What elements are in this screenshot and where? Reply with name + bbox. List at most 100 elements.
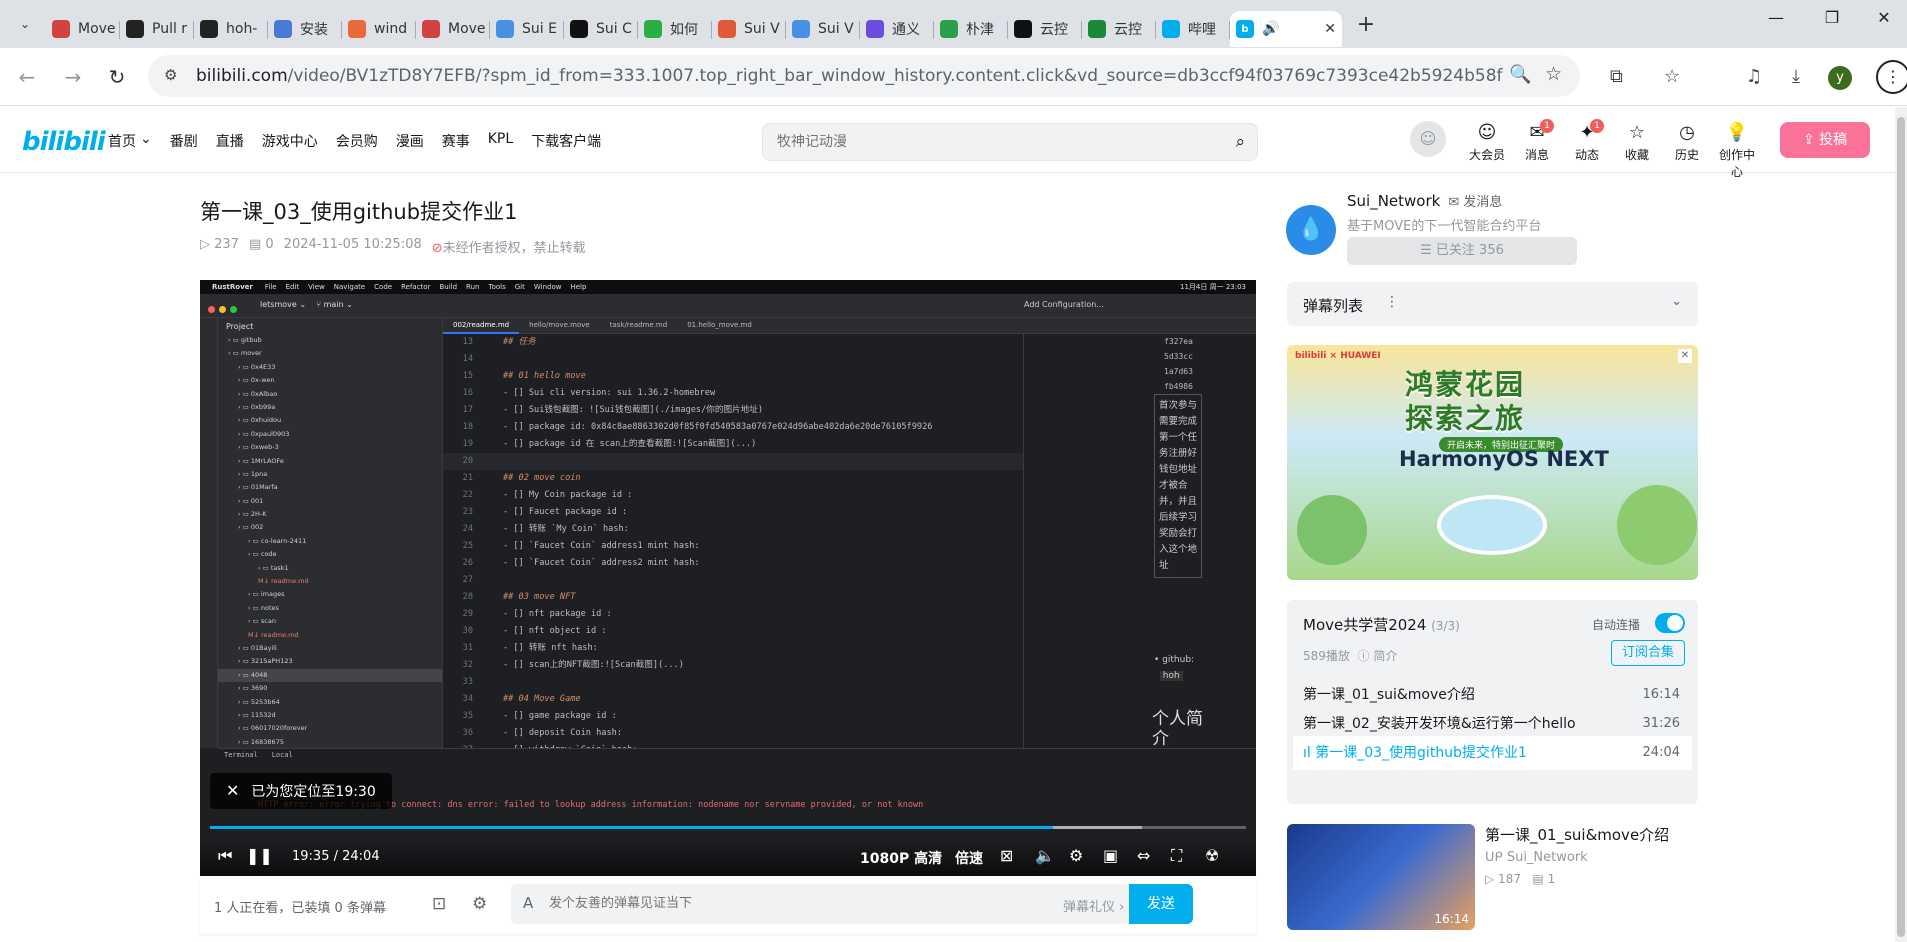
tab-3[interactable]: 安装 (268, 11, 342, 47)
omnibox[interactable]: ⚙ bilibili.com/video/BV1zTD8Y7EFB/?spm_i… (148, 55, 1580, 97)
uploader-avatar[interactable]: 💧 (1286, 205, 1336, 255)
tab-10[interactable]: Sui V (786, 11, 860, 47)
user-avatar[interactable]: ☺ (1410, 121, 1446, 157)
zoom-icon[interactable]: 🔍 (1509, 64, 1531, 85)
recommend-title[interactable]: 第一课_01_sui&move介绍 (1485, 824, 1669, 845)
ad-close-icon[interactable]: ✕ (1678, 349, 1692, 363)
nav-item-7[interactable]: KPL (488, 131, 513, 151)
subscribe-button[interactable]: 订阅合集 (1611, 640, 1685, 666)
series-title[interactable]: Move共学营2024 (3/3) (1303, 614, 1460, 635)
header-favorite-link[interactable]: ☆ 收藏 (1614, 123, 1660, 163)
ad-banner[interactable]: bilibili × HUAWEI 鸿蒙花园 探索之旅 开启未来，特别出征汇聚时… (1287, 345, 1698, 580)
site-info-icon[interactable]: ⚙ (164, 66, 184, 86)
nav-item-6[interactable]: 赛事 (442, 131, 470, 151)
chevron-down-icon[interactable]: ⌄ (1671, 294, 1682, 309)
video-player[interactable]: RustRover File Edit View Navigate Code Refacto… (200, 280, 1256, 876)
tab-11[interactable]: 通义 (860, 11, 934, 47)
tab-1[interactable]: Pull r (120, 11, 194, 47)
tab-search-button[interactable]: ⌄ (8, 7, 42, 41)
line-number: 34 (462, 694, 473, 704)
header-dynamic-link[interactable]: ✦ 动态 1 (1564, 119, 1610, 163)
recommend-item[interactable]: 16:14 第一课_01_sui&move介绍 ᑌᑭ Sui_Network ▷… (1287, 824, 1698, 934)
header-history-link[interactable]: ◷ 历史 (1664, 123, 1710, 163)
nav-item-0[interactable]: 首页 (108, 131, 136, 151)
upload-button[interactable]: ⇪ 投稿 (1780, 122, 1870, 158)
page-scrollbar[interactable] (1895, 107, 1907, 942)
pause-icon[interactable]: ❚❚ (246, 846, 273, 865)
browser-menu-icon[interactable]: ⋮ (1876, 60, 1907, 94)
danmaku-input[interactable] (549, 895, 1029, 910)
send-button[interactable]: 发送 (1129, 884, 1193, 924)
tab-0[interactable]: Move (46, 11, 120, 47)
font-style-icon[interactable]: A (523, 894, 533, 912)
media-control-icon[interactable]: ♫ (1746, 66, 1762, 87)
restore-button[interactable]: ❐ (1810, 8, 1854, 27)
danmaku-etiquette-link[interactable]: 弹幕礼仪 › (1063, 896, 1124, 915)
tab-12[interactable]: 朴津 (934, 11, 1008, 47)
danmaku-toggle-icon[interactable]: ⊡ (432, 894, 446, 914)
speed-button[interactable]: 倍速 (955, 848, 983, 868)
web-fullscreen-icon[interactable]: ⛶ (1171, 846, 1182, 866)
scrollbar-thumb[interactable] (1897, 117, 1905, 937)
tree-row: › ▭ 1MrLAOFe (218, 455, 442, 468)
nav-item-3[interactable]: 游戏中心 (262, 131, 318, 151)
favorites-icon[interactable]: ☆ (1664, 66, 1680, 87)
next-icon[interactable]: ⏮ (218, 846, 232, 866)
close-toast-icon[interactable]: ✕ (226, 781, 239, 800)
tab-7[interactable]: Sui C (564, 11, 638, 47)
tab-6[interactable]: Sui E (490, 11, 564, 47)
tab-14[interactable]: 云控 (1082, 11, 1156, 47)
url-text[interactable]: bilibili.com/video/BV1zTD8Y7EFB/?spm_id_… (196, 66, 1503, 86)
downloads-icon[interactable]: ⤓ (1792, 66, 1800, 87)
episode-item[interactable]: ıl 第一课_03_使用github提交作业1 24:04 (1293, 736, 1692, 770)
close-window-button[interactable]: ✕ (1862, 8, 1906, 27)
tab-9[interactable]: Sui V (712, 11, 786, 47)
fullscreen-icon[interactable]: ☢ (1205, 846, 1219, 865)
send-message-link[interactable]: ✉ 发消息 (1448, 195, 1502, 210)
bilibili-logo[interactable]: bilibili (22, 127, 106, 157)
resume-toast[interactable]: ✕ 已为您定位至19:30 (210, 773, 392, 809)
danmaku-list-header[interactable]: 弹幕列表 ⋮ ⌄ (1287, 282, 1698, 326)
recommend-thumbnail[interactable]: 16:14 (1287, 824, 1475, 930)
nav-item-4[interactable]: 会员购 (336, 131, 378, 151)
tab-8[interactable]: 如何 (638, 11, 712, 47)
pip-icon[interactable]: ▣ (1103, 846, 1118, 865)
tab-13[interactable]: 云控 (1008, 11, 1082, 47)
new-tab-button[interactable]: + (1350, 8, 1382, 40)
reload-button[interactable]: ↻ (104, 64, 130, 90)
tab-15[interactable]: 哔哩 (1156, 11, 1230, 47)
wide-mode-icon[interactable]: ⇔ (1137, 846, 1150, 865)
bookmark-star-icon[interactable]: ☆ (1545, 63, 1562, 85)
search-icon[interactable]: ⌕ (1235, 132, 1245, 152)
volume-icon[interactable]: 🔈 (1035, 846, 1055, 865)
recommend-up[interactable]: ᑌᑭ Sui_Network (1485, 850, 1588, 865)
search-box[interactable]: ⌕ (762, 123, 1258, 161)
header-vip-link[interactable]: ☺ 大会员 (1464, 123, 1510, 163)
uploader-name[interactable]: Sui_Network (1347, 192, 1440, 210)
nav-item-8[interactable]: 下载客户端 (531, 131, 601, 151)
nav-item-1[interactable]: 番剧 (170, 131, 198, 151)
forward-button[interactable]: → (60, 64, 86, 90)
danmaku-settings-icon[interactable]: ⚙ (472, 894, 487, 914)
autoplay-toggle[interactable] (1655, 613, 1685, 633)
tab-4[interactable]: wind (342, 11, 416, 47)
settings-icon[interactable]: ⚙ (1069, 846, 1083, 865)
search-input[interactable] (777, 133, 1197, 149)
close-tab-icon[interactable]: ✕ (1324, 21, 1336, 37)
tab-5[interactable]: Move (416, 11, 490, 47)
progress-bar[interactable] (210, 826, 1246, 829)
back-button[interactable]: ← (14, 64, 40, 90)
quality-button[interactable]: 1080P 高清 (860, 848, 942, 868)
nav-item-5[interactable]: 漫画 (396, 131, 424, 151)
tab-2[interactable]: hoh- (194, 11, 268, 47)
header-creator-link[interactable]: 💡 创作中心 (1714, 123, 1760, 180)
header-message-link[interactable]: ✉ 消息 1 (1514, 119, 1560, 163)
follow-button[interactable]: ☰ 已关注 356 (1347, 237, 1577, 265)
subtitle-off-icon[interactable]: ⊠ (1000, 846, 1013, 865)
extensions-icon[interactable]: ⧉ (1610, 66, 1623, 87)
more-icon[interactable]: ⋮ (1385, 294, 1399, 310)
tab-active[interactable]: b 🔊 ✕ (1230, 11, 1342, 47)
profile-avatar[interactable]: y (1828, 66, 1852, 90)
minimize-button[interactable]: — (1754, 8, 1798, 27)
nav-item-2[interactable]: 直播 (216, 131, 244, 151)
